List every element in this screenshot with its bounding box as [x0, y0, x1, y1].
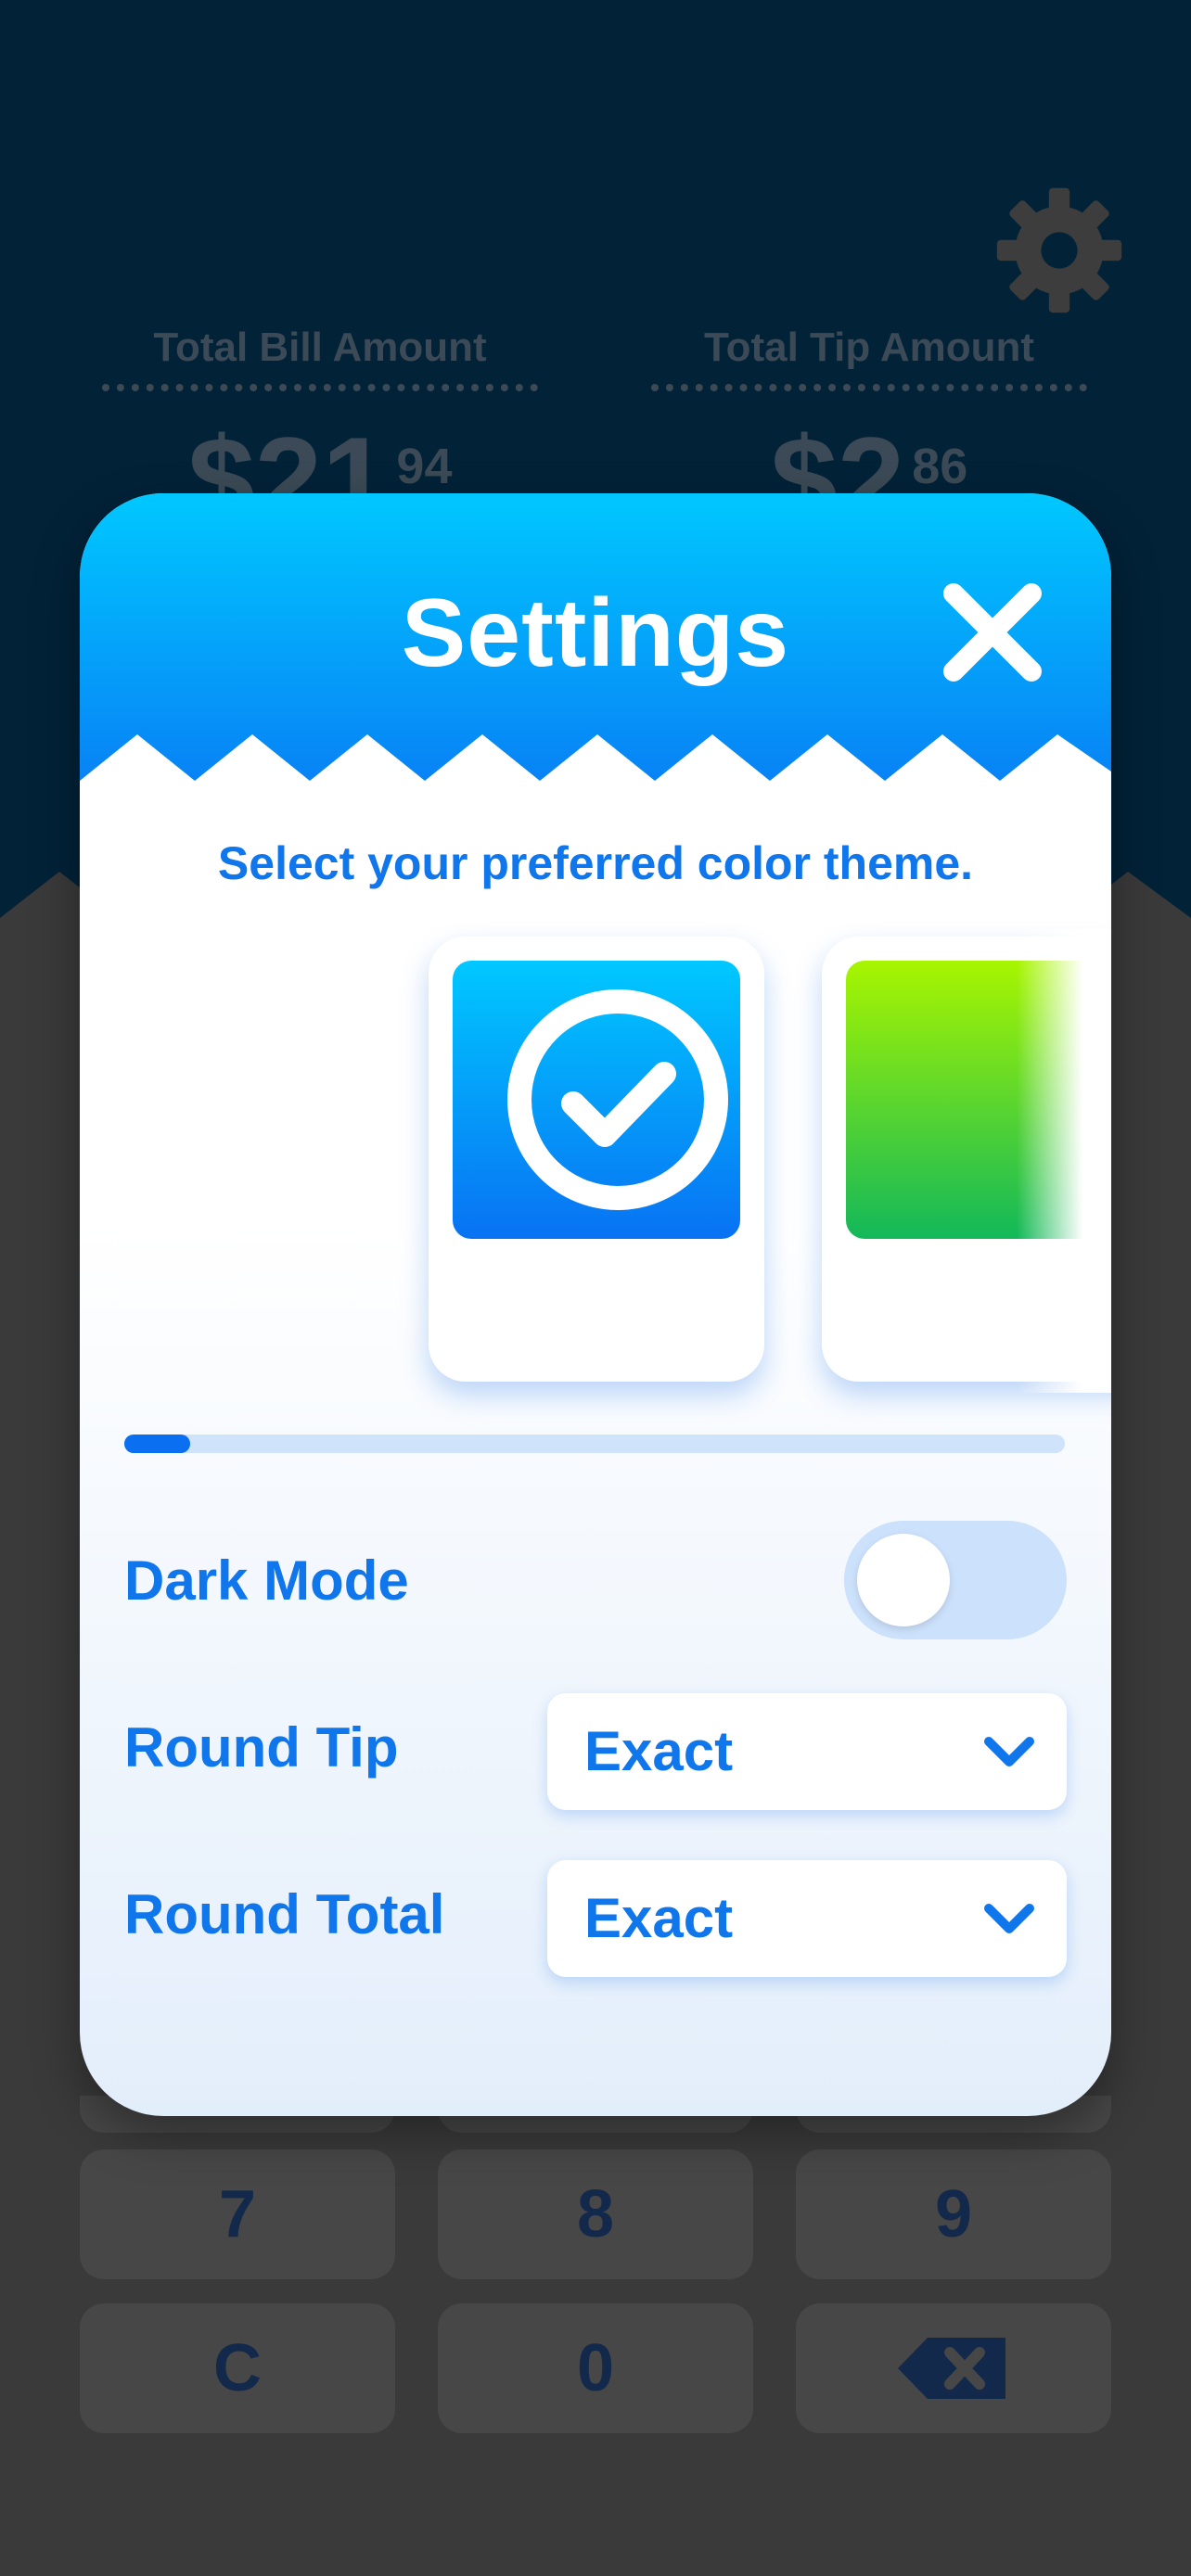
- check-circle-icon: [507, 989, 728, 1210]
- key-7[interactable]: 7: [80, 2149, 395, 2279]
- backspace-icon: [898, 2338, 1005, 2399]
- theme-card-blue[interactable]: [429, 937, 764, 1382]
- close-icon[interactable]: [937, 577, 1048, 688]
- key-9[interactable]: 9: [796, 2149, 1111, 2279]
- theme-swatch-blue: [453, 961, 740, 1239]
- key-8[interactable]: 8: [438, 2149, 753, 2279]
- round-total-label: Round Total: [124, 1883, 445, 1945]
- settings-modal: Settings Select your preferred color the…: [80, 493, 1111, 2116]
- header-zigzag-edge: [80, 734, 1111, 809]
- round-total-select[interactable]: Exact: [547, 1860, 1067, 1977]
- theme-scrollbar[interactable]: [124, 1435, 1065, 1453]
- theme-prompt: Select your preferred color theme.: [217, 837, 974, 889]
- round-tip-value: Exact: [584, 1720, 734, 1782]
- toggle-knob: [857, 1534, 950, 1626]
- total-bill-cents: 94: [396, 439, 453, 494]
- dark-mode-label: Dark Mode: [124, 1549, 409, 1612]
- carousel-fade: [1017, 929, 1111, 1393]
- round-total-value: Exact: [584, 1887, 734, 1949]
- theme-scrollbar-thumb[interactable]: [124, 1435, 190, 1453]
- total-tip-cents: 86: [912, 439, 968, 494]
- key-clear[interactable]: C: [80, 2303, 395, 2433]
- gear-icon[interactable]: [994, 185, 1124, 315]
- total-tip-label: Total Tip Amount: [651, 325, 1087, 391]
- key-backspace[interactable]: [796, 2303, 1111, 2433]
- key-0[interactable]: 0: [438, 2303, 753, 2433]
- round-tip-select[interactable]: Exact: [547, 1693, 1067, 1810]
- round-tip-label: Round Tip: [124, 1716, 399, 1779]
- dark-mode-toggle[interactable]: [844, 1521, 1067, 1639]
- total-bill-label: Total Bill Amount: [102, 325, 538, 391]
- chevron-down-icon: [984, 1904, 1034, 1933]
- chevron-down-icon: [984, 1737, 1034, 1766]
